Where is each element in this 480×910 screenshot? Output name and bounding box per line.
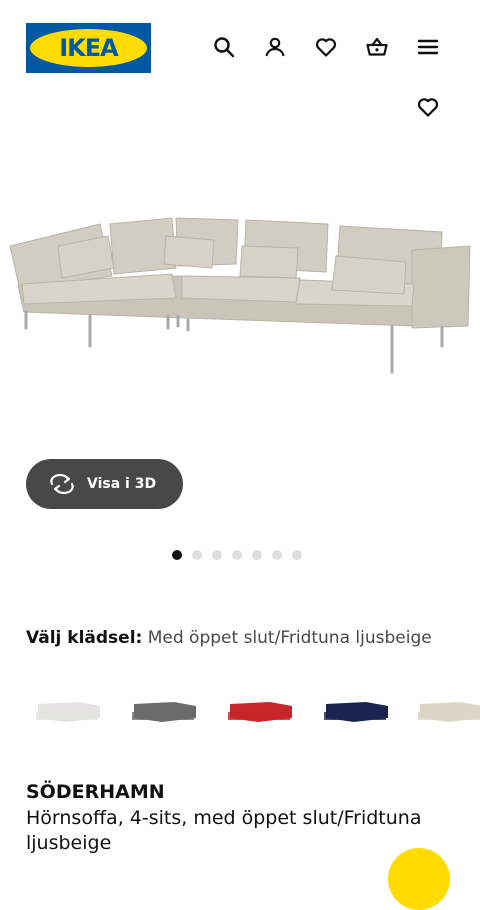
- site-header: IKEA: [0, 0, 480, 96]
- carousel-dot[interactable]: [252, 550, 262, 560]
- shopping-basket-icon[interactable]: [363, 33, 391, 61]
- variant-value: Med öppet slut/Fridtuna ljusbeige: [147, 628, 432, 648]
- user-icon[interactable]: [261, 33, 289, 61]
- carousel-dot[interactable]: [212, 550, 222, 560]
- image-carousel-dots: [172, 550, 302, 560]
- variant-swatch[interactable]: [316, 690, 396, 740]
- logo-text: IKEA: [59, 34, 118, 62]
- carousel-dot[interactable]: [172, 550, 182, 560]
- carousel-dot[interactable]: [232, 550, 242, 560]
- heart-icon[interactable]: [312, 33, 340, 61]
- variant-swatch[interactable]: [28, 690, 108, 740]
- product-description: Hörnsoffa, 4-sits, med öppet slut/Fridtu…: [26, 807, 422, 854]
- menu-icon[interactable]: [414, 33, 442, 61]
- view-in-3d-label: Visa i 3D: [87, 476, 157, 492]
- variant-swatches: [0, 690, 480, 740]
- variant-swatch[interactable]: [410, 690, 480, 740]
- ikea-logo[interactable]: IKEA: [26, 23, 151, 73]
- product-image[interactable]: [0, 206, 480, 386]
- variant-swatch[interactable]: [220, 690, 300, 740]
- variant-selector-label: Välj klädsel: Med öppet slut/Fridtuna lj…: [26, 628, 432, 648]
- view-in-3d-button[interactable]: Visa i 3D: [26, 459, 183, 509]
- search-icon[interactable]: [210, 33, 238, 61]
- logo-oval: IKEA: [30, 29, 147, 67]
- carousel-dot[interactable]: [272, 550, 282, 560]
- carousel-dot[interactable]: [192, 550, 202, 560]
- carousel-dot[interactable]: [292, 550, 302, 560]
- add-to-cart-button[interactable]: [388, 848, 450, 910]
- product-name: SÖDERHAMN: [26, 781, 165, 803]
- rotate-3d-icon: [50, 473, 74, 495]
- variant-heading: Välj klädsel:: [26, 628, 143, 648]
- variant-swatch[interactable]: [124, 690, 204, 740]
- add-to-favourites-icon[interactable]: [414, 94, 442, 120]
